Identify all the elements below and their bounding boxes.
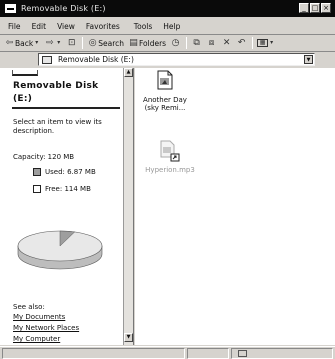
capacity-label: Capacity: 120 MB (13, 153, 75, 161)
dropdown-arrow-icon[interactable]: ▾ (268, 38, 275, 48)
drive-icon (42, 55, 52, 64)
title-underline (12, 107, 120, 109)
status-cell-size (187, 348, 229, 359)
mp3-shortcut-icon (159, 140, 181, 162)
window-icon[interactable] (5, 4, 16, 13)
search-button[interactable]: ◎ Search (87, 38, 124, 48)
maximize-button[interactable]: □ (310, 3, 320, 13)
undo-icon: ↶ (237, 38, 246, 48)
history-icon: ◷ (171, 38, 180, 48)
menu-bar: File Edit View Favorites Tools Help (0, 19, 335, 33)
up-folder-icon: ⊡ (67, 38, 76, 48)
file-name: Another Day (sky Remi... (135, 96, 195, 112)
dropdown-arrow-icon[interactable]: ▾ (55, 38, 62, 48)
toolbar: ⇦ Back ▾ ⇨ ▾ ⊡ ◎ Search ▤ Folders ◷ ⧉ ⧈ (0, 35, 335, 51)
explorer-window: Removable Disk (E:) _ □ × File Edit View… (0, 0, 335, 359)
media-file-icon (156, 70, 174, 90)
folders-icon: ▤ (129, 38, 138, 48)
toolbar-divider (186, 37, 188, 49)
see-also-label: See also: (13, 303, 45, 311)
back-button[interactable]: ⇦ Back ▾ (4, 38, 40, 48)
free-space: Free: 114 MB (33, 185, 91, 193)
status-cell-main (2, 348, 185, 359)
menu-edit[interactable]: Edit (32, 22, 47, 31)
menu-view[interactable]: View (57, 22, 75, 31)
title-bar[interactable]: Removable Disk (E:) _ □ × (0, 0, 335, 17)
search-label: Search (98, 38, 124, 48)
copy-to-button[interactable]: ⧈ (206, 38, 217, 48)
minimize-button[interactable]: _ (299, 3, 309, 13)
file-item[interactable]: Another Day (sky Remi... (135, 70, 195, 112)
menu-file[interactable]: File (8, 22, 21, 31)
toolbar-divider (252, 37, 254, 49)
panel-title: Removable Disk (E:) (13, 80, 119, 106)
status-bar (0, 346, 335, 359)
menu-help[interactable]: Help (163, 22, 180, 31)
window-controls: _ □ × (299, 3, 331, 13)
link-my-documents[interactable]: My Documents (13, 313, 65, 321)
move-to-button[interactable]: ⧉ (191, 38, 202, 48)
address-value: Removable Disk (E:) (58, 55, 134, 64)
menu-favorites[interactable]: Favorites (86, 22, 120, 31)
status-cell-zone (231, 348, 333, 359)
free-swatch (33, 185, 41, 193)
menu-tools[interactable]: Tools (134, 22, 152, 31)
forward-button[interactable]: ⇨ ▾ (44, 38, 62, 48)
views-button[interactable]: ▦ ▾ (257, 38, 275, 48)
scroll-up-button[interactable]: ▲ (124, 68, 133, 77)
back-arrow-icon: ⇦ (5, 38, 14, 48)
left-panel-scrollbar[interactable]: ▲ ▼ (123, 68, 133, 345)
address-bar: Removable Disk (E:) ▼ (0, 52, 335, 67)
link-my-network-places[interactable]: My Network Places (13, 324, 79, 332)
scroll-down-button[interactable]: ▼ (124, 333, 133, 342)
link-my-computer[interactable]: My Computer (13, 335, 60, 343)
history-button[interactable]: ◷ (170, 38, 181, 48)
file-name-line1: Another Day (143, 96, 187, 104)
left-task-panel: Removable Disk (E:) Select an item to vi… (0, 68, 134, 345)
delete-icon: ✕ (222, 38, 231, 48)
used-swatch (33, 168, 41, 176)
file-item[interactable]: Hyperion.mp3 (140, 140, 200, 174)
drive-icon (12, 70, 38, 76)
panel-title-line2: (E:) (13, 94, 33, 104)
copy-to-icon: ⧈ (208, 38, 215, 48)
disk-usage-pie (17, 230, 103, 270)
up-folder-button[interactable]: ⊡ (66, 38, 77, 48)
folders-button[interactable]: ▤ Folders (128, 38, 166, 48)
file-name: Hyperion.mp3 (140, 166, 200, 174)
address-field[interactable]: Removable Disk (E:) ▼ (38, 53, 315, 66)
undo-button[interactable]: ↶ (236, 38, 247, 48)
folders-label: Folders (139, 38, 167, 48)
used-space: Used: 6.87 MB (33, 168, 96, 176)
back-label: Back (15, 38, 34, 48)
delete-button[interactable]: ✕ (221, 38, 232, 48)
drive-status-icon (238, 350, 247, 357)
used-label: Used: 6.87 MB (45, 168, 96, 176)
move-to-icon: ⧉ (193, 38, 200, 48)
forward-arrow-icon: ⇨ (45, 38, 54, 48)
views-icon: ▦ (257, 39, 269, 47)
file-name-line1: Hyperion.mp3 (145, 166, 195, 174)
select-description: Select an item to view its description. (13, 118, 102, 135)
file-list-pane: Another Day (sky Remi... Hyperion.mp3 (135, 68, 335, 345)
close-button[interactable]: × (321, 3, 331, 13)
search-icon: ◎ (88, 38, 97, 48)
free-label: Free: 114 MB (45, 185, 91, 193)
file-name-line2: (sky Remi... (144, 104, 186, 112)
toolbar-divider (82, 37, 84, 49)
address-dropdown-button[interactable]: ▼ (304, 55, 313, 64)
window-title: Removable Disk (E:) (21, 4, 106, 13)
panel-title-line1: Removable Disk (13, 81, 99, 91)
dropdown-arrow-icon[interactable]: ▾ (33, 38, 40, 48)
